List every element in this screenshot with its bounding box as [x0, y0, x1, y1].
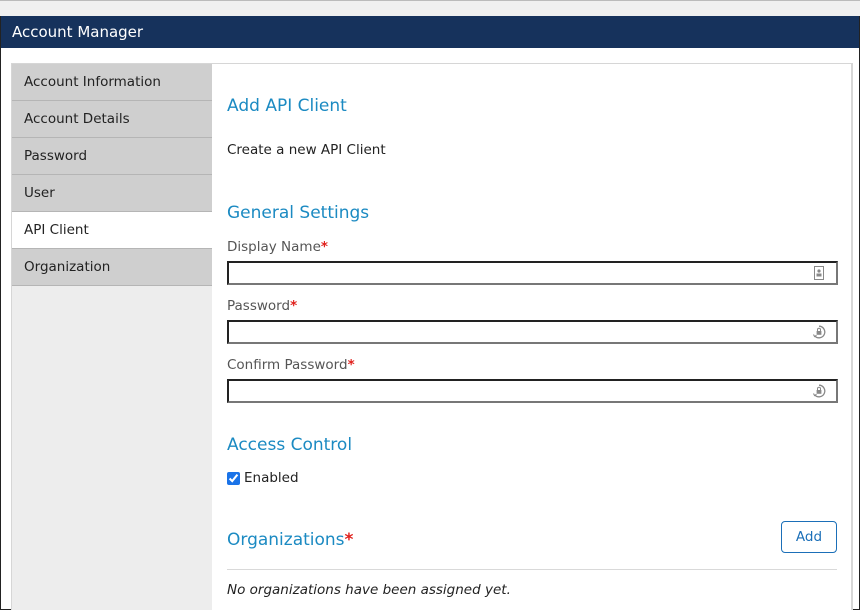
lock-reset-icon — [813, 325, 826, 339]
lock-reset-icon — [813, 384, 826, 398]
contact-card-icon — [814, 266, 824, 280]
display-name-field[interactable] — [227, 261, 838, 285]
sidebar: Account Information Account Details Pass… — [12, 64, 212, 610]
confirm-password-label: Confirm Password* — [227, 357, 355, 373]
sidebar-item-user[interactable]: User — [12, 175, 212, 212]
access-control-heading: Access Control — [227, 435, 353, 455]
required-marker: * — [320, 239, 328, 255]
divider — [227, 569, 837, 570]
sidebar-item-api-client[interactable]: API Client — [12, 212, 212, 249]
required-marker: * — [344, 530, 354, 550]
account-manager-panel: Account Information Account Details Pass… — [11, 63, 853, 610]
page-title: Add API Client — [227, 96, 347, 116]
organizations-heading-text: Organizations — [227, 530, 345, 550]
sidebar-item-organization[interactable]: Organization — [12, 249, 212, 286]
top-strip — [0, 0, 860, 16]
display-name-label-text: Display Name — [227, 239, 321, 255]
sidebar-item-password[interactable]: Password — [12, 138, 212, 175]
password-field[interactable] — [227, 320, 838, 344]
add-organization-button[interactable]: Add — [781, 521, 837, 553]
enabled-checkbox[interactable] — [227, 471, 240, 485]
display-name-input[interactable] — [229, 263, 836, 284]
organizations-heading: Organizations* — [227, 530, 353, 550]
password-label-text: Password — [227, 298, 291, 314]
window-title: Account Manager — [0, 16, 860, 48]
password-input[interactable] — [229, 322, 836, 343]
sidebar-item-account-details[interactable]: Account Details — [12, 101, 212, 138]
enabled-label: Enabled — [244, 470, 299, 486]
page-subtitle: Create a new API Client — [227, 142, 386, 158]
general-settings-heading: General Settings — [227, 203, 370, 223]
password-label: Password* — [227, 298, 297, 314]
organizations-empty-message: No organizations have been assigned yet. — [227, 582, 511, 598]
panel-border — [851, 64, 852, 610]
required-marker: * — [347, 357, 355, 373]
display-name-label: Display Name* — [227, 239, 328, 255]
confirm-password-input[interactable] — [229, 381, 836, 402]
enabled-checkbox-row[interactable]: Enabled — [227, 470, 299, 486]
sidebar-item-account-information[interactable]: Account Information — [12, 64, 212, 101]
confirm-password-field[interactable] — [227, 379, 838, 403]
confirm-password-label-text: Confirm Password — [227, 357, 348, 373]
main-content: Add API Client Create a new API Client G… — [212, 64, 852, 610]
required-marker: * — [290, 298, 298, 314]
